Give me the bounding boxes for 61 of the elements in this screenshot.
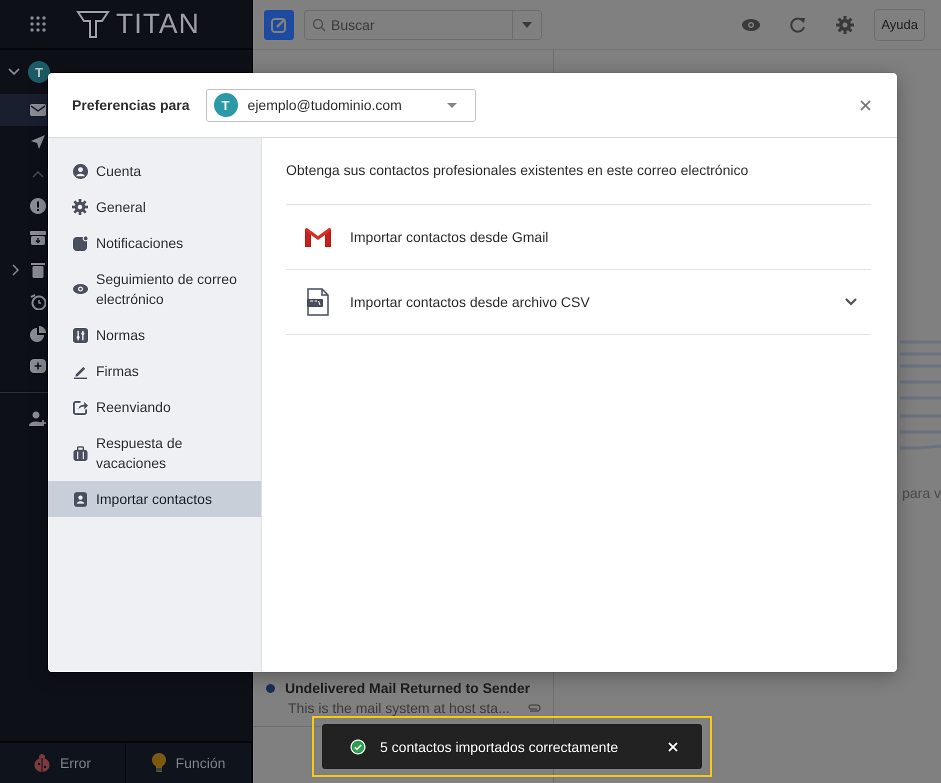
- add-icon[interactable]: [30, 359, 46, 373]
- eye-icon[interactable]: [742, 18, 760, 30]
- search-field[interactable]: Buscar: [304, 10, 512, 40]
- message-subject: Undelivered Mail Returned to Sender: [285, 680, 530, 696]
- preferences-menu-item[interactable]: Firmas: [48, 353, 261, 389]
- message-item[interactable]: Undelivered Mail Returned to Sender This is the mail system at host sta...: [253, 678, 553, 726]
- logo-icon: [76, 9, 110, 39]
- mail-m-icon: [305, 228, 331, 246]
- preferences-menu-item[interactable]: Seguimiento de correo electrónico: [48, 261, 261, 317]
- suitcase-icon: [72, 446, 88, 460]
- notification-icon: [72, 236, 88, 250]
- refresh-icon[interactable]: [790, 16, 806, 32]
- dropdown-caret-icon: [446, 102, 457, 108]
- toast-message: 5 contactos importados correctamente: [380, 738, 620, 754]
- close-icon: [668, 742, 678, 752]
- chevron-down-icon[interactable]: [8, 68, 20, 76]
- preferences-menu-item[interactable]: General: [48, 189, 261, 225]
- preferences-menu-item[interactable]: Reenviando: [48, 389, 261, 425]
- account-avatar[interactable]: T: [28, 61, 50, 83]
- sidebar-footer-button[interactable]: Error: [0, 743, 126, 783]
- section-description: Obtenga sus contactos profesionales existentes en este correo electrónico: [286, 161, 750, 180]
- add-user-icon[interactable]: [29, 411, 47, 427]
- preferences-menu-item[interactable]: Normas: [48, 317, 261, 353]
- logo-text: TITAN: [116, 8, 200, 40]
- sidebar-footer-button[interactable]: Función: [126, 743, 252, 783]
- send-icon[interactable]: [30, 134, 46, 150]
- edit-icon: [271, 16, 287, 32]
- preferences-menu-item[interactable]: Notificaciones: [48, 225, 261, 261]
- account-select[interactable]: T ejemplo@tudominio.com: [206, 88, 476, 122]
- close-icon: [860, 100, 871, 110]
- user-icon: [72, 164, 88, 178]
- eye-icon: [72, 284, 88, 294]
- preferences-menu-item[interactable]: Cuenta: [48, 153, 261, 189]
- settings-icon[interactable]: [836, 16, 854, 34]
- preferences-menu-item[interactable]: Respuesta de vacaciones: [48, 425, 261, 481]
- search-options-button[interactable]: [512, 10, 542, 40]
- account-email: ejemplo@tudominio.com: [248, 97, 403, 113]
- dialog-title: Preferencias para: [72, 97, 190, 113]
- alert-icon[interactable]: [30, 198, 46, 214]
- ladybug-icon: [34, 754, 50, 772]
- search-icon: [312, 18, 326, 32]
- trash-icon[interactable]: [31, 262, 45, 278]
- dropdown-caret-icon: [522, 22, 532, 28]
- sliders-icon: [72, 328, 88, 342]
- share-icon: [72, 400, 88, 414]
- envelope-icon[interactable]: [30, 104, 46, 116]
- lightbulb-icon: [152, 753, 166, 773]
- import-option[interactable]: Importar contactos desde Gmail: [286, 204, 871, 269]
- file-icon: [307, 288, 329, 316]
- archive-icon[interactable]: [30, 230, 46, 246]
- help-button[interactable]: Ayuda: [874, 8, 925, 40]
- gear-icon: [72, 199, 88, 215]
- import-option[interactable]: Importar contactos desde archivo CSV: [286, 269, 871, 335]
- apps-grid-icon[interactable]: [30, 16, 46, 32]
- pie-icon[interactable]: [30, 326, 46, 342]
- preferences-menu-item[interactable]: Importar contactos: [48, 481, 261, 517]
- account-avatar: T: [214, 93, 238, 117]
- contact-card-icon: [74, 492, 86, 506]
- message-preview: This is the mail system at host sta...: [288, 700, 510, 716]
- alarm-icon[interactable]: [30, 294, 46, 310]
- chevron-right-icon[interactable]: [12, 264, 20, 276]
